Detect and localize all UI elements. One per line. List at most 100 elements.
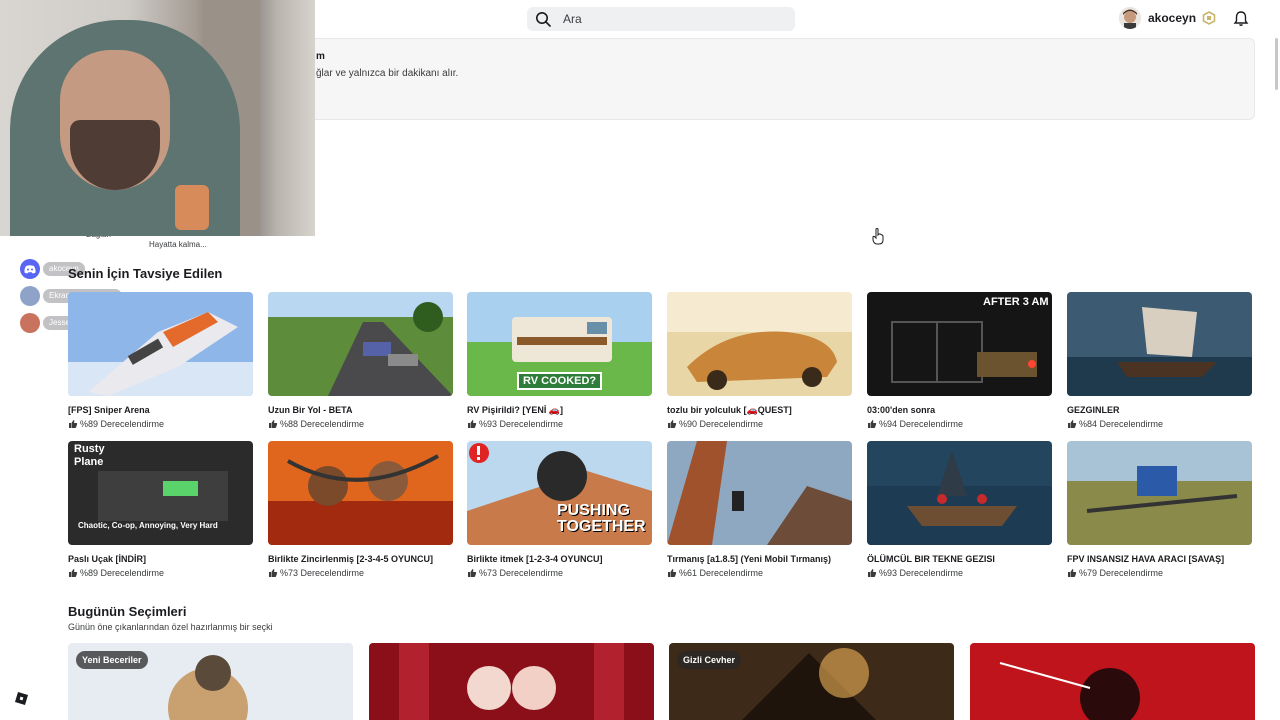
game-rating: %89 Derecelendirme [68, 568, 164, 578]
featured-game-card[interactable]: Yeni Beceriler [68, 643, 353, 720]
game-card[interactable]: AFTER 3 AM 03:00'den sonra %94 Derecelen… [867, 292, 1052, 432]
avatar[interactable] [1119, 7, 1141, 29]
game-card[interactable]: Uzun Bir Yol - BETA %88 Derecelendirme [268, 292, 453, 432]
game-rating: %73 Derecelendirme [467, 568, 563, 578]
game-card[interactable]: PUSHING TOGETHER Birlikte itmek [1-2-3-4… [467, 441, 652, 581]
hand-cursor-icon [872, 228, 884, 245]
rating-value: %89 [80, 419, 99, 429]
game-thumbnail[interactable]: Rusty Plane Chaotic, Co-op, Annoying, Ve… [68, 441, 253, 545]
thumbs-up-icon [269, 569, 278, 577]
rating-suffix: Derecelendirme [100, 568, 165, 578]
section-title-recommended[interactable]: Senin İçin Tavsiye Edilen [68, 266, 222, 281]
game-thumbnail[interactable] [268, 441, 453, 545]
rating-suffix: Derecelendirme [1099, 419, 1164, 429]
rating-suffix: Derecelendirme [300, 568, 365, 578]
rating-suffix: Derecelendirme [1099, 568, 1164, 578]
game-rating: %88 Derecelendirme [268, 419, 364, 429]
rating-suffix: Derecelendirme [100, 419, 165, 429]
thumbs-up-icon [69, 569, 78, 577]
thumbs-up-icon [868, 420, 877, 428]
game-rating: %61 Derecelendirme [667, 568, 763, 578]
thumbnail-text: PUSHING TOGETHER [557, 502, 646, 535]
rating-suffix: Derecelendirme [499, 419, 564, 429]
username[interactable]: akoceyn [1148, 11, 1196, 25]
game-rating: %94 Derecelendirme [867, 419, 963, 429]
thumbs-up-icon [69, 420, 78, 428]
search-icon [536, 12, 551, 27]
game-title[interactable]: GEZGINLER [1067, 405, 1257, 415]
rating-value: %61 [679, 568, 698, 578]
rating-value: %73 [479, 568, 498, 578]
game-card[interactable]: RV COOKED? RV Pişirildi? [YENİ 🚗] %93 De… [467, 292, 652, 432]
game-card[interactable]: Birlikte Zincirlenmiş [2-3-4-5 OYUNCU] %… [268, 441, 453, 581]
section-title-todays-picks[interactable]: Bugünün Seçimleri [68, 604, 186, 619]
game-rating: %84 Derecelendirme [1067, 419, 1163, 429]
game-card[interactable]: FPV INSANSIZ HAVA ARACI [SAVAŞ] %79 Dere… [1067, 441, 1252, 581]
search-placeholder: Ara [563, 12, 582, 26]
rating-suffix: Derecelendirme [699, 568, 764, 578]
rating-value: %84 [1079, 419, 1098, 429]
game-thumbnail[interactable]: RV COOKED? [467, 292, 652, 396]
game-title[interactable]: 03:00'den sonra [867, 405, 1057, 415]
game-title[interactable]: RV Pişirildi? [YENİ 🚗] [467, 405, 657, 416]
rating-value: %93 [479, 419, 498, 429]
roblox-logo-icon[interactable] [15, 692, 28, 705]
rating-value: %79 [1079, 568, 1098, 578]
partial-game-label: Hayatta kalma... [149, 240, 207, 249]
game-thumbnail[interactable] [1067, 292, 1252, 396]
thumbnail-text: RV COOKED? [517, 372, 603, 390]
game-title[interactable]: Paslı Uçak [İNDİR] [68, 554, 258, 564]
game-thumbnail[interactable] [667, 292, 852, 396]
game-thumbnail[interactable] [667, 441, 852, 545]
thumbnail-subtext: Chaotic, Co-op, Annoying, Very Hard [78, 521, 218, 530]
game-card[interactable]: Rusty Plane Chaotic, Co-op, Annoying, Ve… [68, 441, 253, 581]
game-thumbnail[interactable] [867, 441, 1052, 545]
game-card[interactable]: ÖLÜMCÜL BIR TEKNE GEZISI %93 Derecelendi… [867, 441, 1052, 581]
game-thumbnail[interactable] [268, 292, 453, 396]
webcam-hoodie-print [175, 185, 209, 230]
game-thumbnail[interactable] [1067, 441, 1252, 545]
avatar [20, 313, 40, 333]
game-title[interactable]: Birlikte Zincirlenmiş [2-3-4-5 OYUNCU] [268, 554, 458, 564]
thumbnail-text: Rusty Plane [74, 443, 105, 468]
featured-game-card[interactable] [369, 643, 654, 720]
featured-game-card[interactable] [970, 643, 1255, 720]
webcam-overlay [0, 0, 315, 236]
game-title[interactable]: Birlikte itmek [1-2-3-4 OYUNCU] [467, 554, 657, 564]
featured-game-card[interactable]: Gizli Cevher [669, 643, 954, 720]
rating-suffix: Derecelendirme [499, 568, 564, 578]
game-title[interactable]: Uzun Bir Yol - BETA [268, 405, 458, 415]
thumbs-up-icon [468, 420, 477, 428]
game-rating: %73 Derecelendirme [268, 568, 364, 578]
user-menu[interactable]: akoceyn [1119, 7, 1196, 29]
game-title[interactable]: FPV INSANSIZ HAVA ARACI [SAVAŞ] [1067, 554, 1257, 564]
game-card[interactable]: tozlu bir yolculuk [🚗QUEST] %90 Derecele… [667, 292, 852, 432]
rating-suffix: Derecelendirme [899, 568, 964, 578]
rating-value: %94 [879, 419, 898, 429]
page-scrollbar[interactable] [1275, 38, 1278, 90]
game-thumbnail[interactable] [68, 292, 253, 396]
notification-bell-icon[interactable] [1233, 10, 1249, 27]
game-card[interactable]: GEZGINLER %84 Derecelendirme [1067, 292, 1252, 432]
game-title[interactable]: ÖLÜMCÜL BIR TEKNE GEZISI [867, 554, 1057, 564]
game-title[interactable]: [FPS] Sniper Arena [68, 405, 258, 415]
thumbnail-text: AFTER 3 AM [983, 296, 1049, 308]
thumbs-up-icon [1068, 420, 1077, 428]
search-input[interactable]: Ara [527, 7, 795, 31]
game-title[interactable]: Tırmanış [a1.8.5] (Yeni Mobil Tırmanış) [667, 554, 857, 564]
thumbs-up-icon [668, 420, 677, 428]
game-thumbnail[interactable]: PUSHING TOGETHER [467, 441, 652, 545]
game-card[interactable]: [FPS] Sniper Arena %89 Derecelendirme [68, 292, 253, 432]
game-title[interactable]: tozlu bir yolculuk [🚗QUEST] [667, 405, 857, 416]
rating-suffix: Derecelendirme [300, 419, 365, 429]
robux-icon[interactable] [1202, 11, 1216, 25]
notice-card[interactable]: m ğlar ve yalnızca bir dakikanı alır. [300, 38, 1255, 120]
game-rating: %93 Derecelendirme [867, 568, 963, 578]
game-rating: %90 Derecelendirme [667, 419, 763, 429]
rating-value: %93 [879, 568, 898, 578]
game-card[interactable]: Tırmanış [a1.8.5] (Yeni Mobil Tırmanış) … [667, 441, 852, 581]
game-thumbnail[interactable]: AFTER 3 AM [867, 292, 1052, 396]
rating-value: %89 [80, 568, 99, 578]
featured-badge: Yeni Beceriler [76, 651, 148, 669]
thumbs-up-icon [668, 569, 677, 577]
